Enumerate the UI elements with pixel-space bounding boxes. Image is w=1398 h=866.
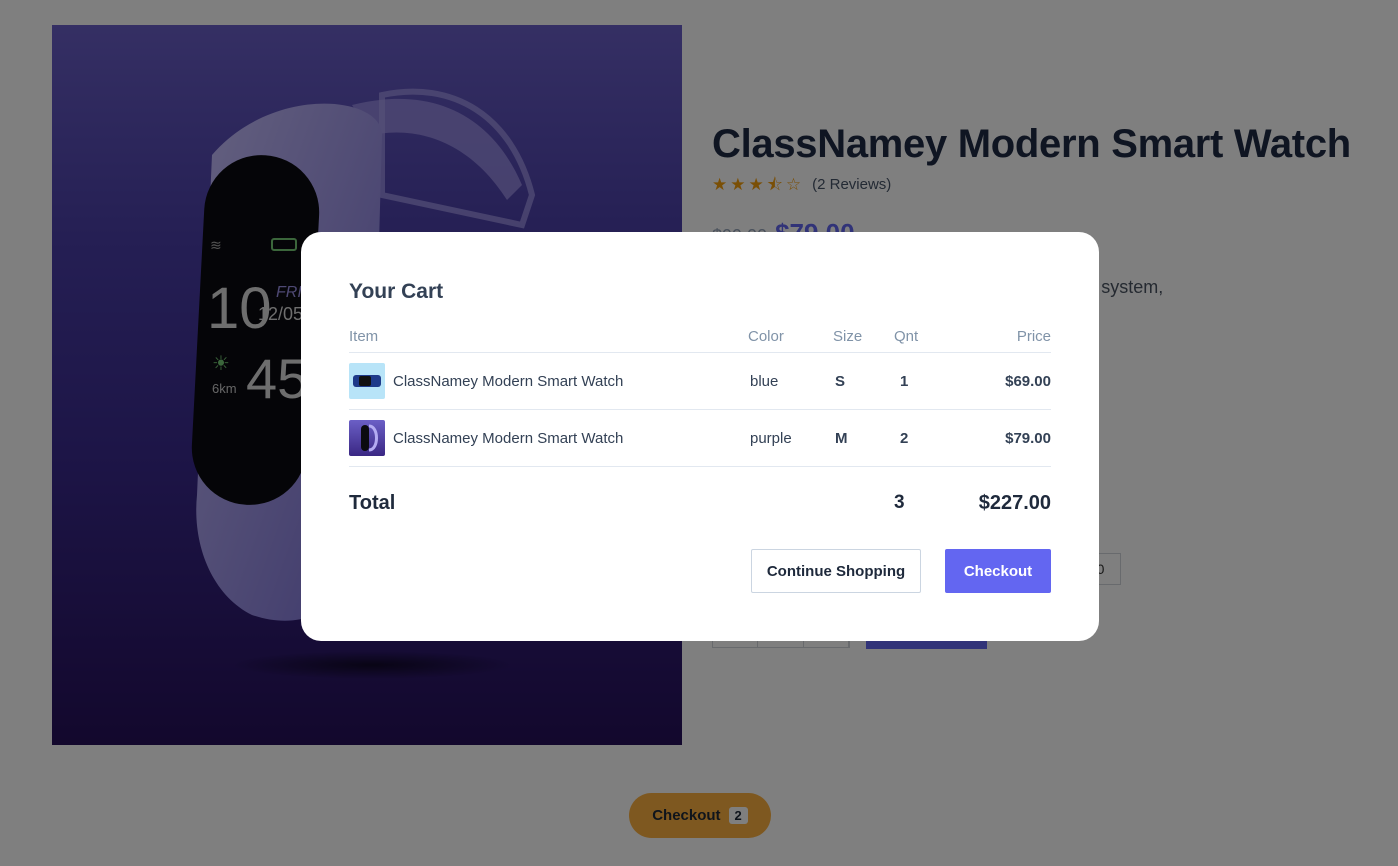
product-thumbnail bbox=[349, 363, 385, 399]
cart-item-qnt: 2 bbox=[900, 429, 909, 447]
cart-row: ClassNamey Modern Smart Watch purple M 2… bbox=[349, 410, 1051, 467]
column-color: Color bbox=[748, 327, 784, 345]
cart-item-color: purple bbox=[750, 429, 792, 447]
cart-total-row: Total 3 $227.00 bbox=[349, 467, 1051, 539]
total-label: Total bbox=[349, 491, 396, 514]
cart-item-price: $69.00 bbox=[1005, 372, 1051, 390]
column-qnt: Qnt bbox=[894, 327, 919, 345]
cart-row: ClassNamey Modern Smart Watch blue S 1 $… bbox=[349, 353, 1051, 410]
cart-item-price: $79.00 bbox=[1005, 429, 1051, 447]
cart-modal: Your Cart Item Color Size Qnt Price Clas… bbox=[301, 232, 1099, 641]
cart-item-size: M bbox=[835, 429, 848, 447]
cart-item-qnt: 1 bbox=[900, 372, 909, 390]
cart-item-name: ClassNamey Modern Smart Watch bbox=[393, 429, 624, 447]
cart-table: Item Color Size Qnt Price ClassNamey Mod… bbox=[349, 320, 1051, 539]
column-item: Item bbox=[349, 327, 379, 345]
total-price: $227.00 bbox=[978, 491, 1051, 514]
cart-item-color: blue bbox=[750, 372, 779, 390]
column-size: Size bbox=[833, 327, 863, 345]
total-quantity: 3 bbox=[894, 492, 905, 513]
product-thumbnail bbox=[349, 420, 385, 456]
cart-item-name: ClassNamey Modern Smart Watch bbox=[393, 372, 624, 390]
column-price: Price bbox=[1016, 327, 1051, 345]
cart-table-header: Item Color Size Qnt Price bbox=[349, 320, 1051, 353]
checkout-button[interactable]: Checkout bbox=[945, 549, 1051, 593]
cart-title: Your Cart bbox=[349, 280, 444, 303]
continue-shopping-button[interactable]: Continue Shopping bbox=[751, 549, 921, 593]
cart-item-size: S bbox=[835, 372, 846, 390]
